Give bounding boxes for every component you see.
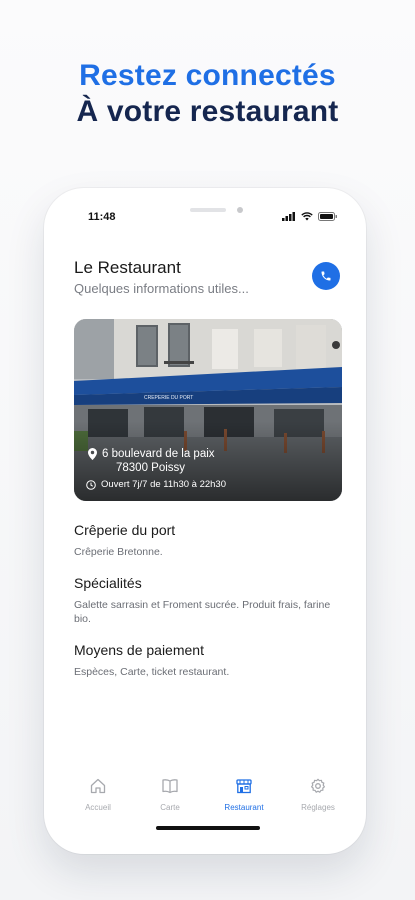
section-title-payment: Moyens de paiement <box>74 642 204 658</box>
promo-headline: Restez connectés À votre restaurant <box>0 58 415 130</box>
address-block: 6 boulevard de la paix 78300 Poissy <box>88 447 215 475</box>
home-indicator <box>156 826 260 830</box>
section-text-payment: Espèces, Carte, ticket restaurant. <box>74 666 230 678</box>
section-text-name: Crêperie Bretonne. <box>74 546 163 558</box>
home-icon <box>90 778 106 794</box>
headline-line1: Restez connectés <box>79 59 336 92</box>
battery-icon <box>318 212 337 221</box>
front-camera <box>237 207 243 213</box>
speaker-slot <box>190 208 226 212</box>
gear-icon <box>311 778 325 793</box>
tab-label-carte: Carte <box>160 803 180 812</box>
restaurant-photo: CREPERIE DU PORT 6 boulevard de la paix … <box>74 319 342 501</box>
page-title: Le Restaurant <box>74 258 181 277</box>
headline-line2: À votre restaurant <box>76 95 339 128</box>
clock-icon <box>86 479 96 490</box>
tab-accueil[interactable]: Accueil <box>68 778 128 812</box>
wifi-icon <box>301 212 313 221</box>
tab-label-reglages: Réglages <box>301 803 335 812</box>
location-pin-icon <box>88 448 97 460</box>
tab-carte[interactable]: Carte <box>140 778 200 812</box>
call-button[interactable] <box>312 262 340 290</box>
awning-sign: CREPERIE DU PORT <box>144 395 193 401</box>
page-subtitle: Quelques informations utiles... <box>74 281 249 296</box>
phone-frame: 11:48 Le Restaurant Quelques information… <box>44 188 366 854</box>
tab-reglages[interactable]: Réglages <box>288 778 348 812</box>
opening-hours: Ouvert 7j/7 de 11h30 à 22h30 <box>86 479 226 490</box>
status-time: 11:48 <box>88 211 116 223</box>
tab-label-restaurant: Restaurant <box>224 803 264 812</box>
book-icon <box>162 779 178 794</box>
signal-icon <box>282 212 295 221</box>
bottom-tab-bar: Accueil Carte Restaurant Réglages <box>44 778 366 818</box>
phone-icon <box>321 271 331 281</box>
status-icons <box>282 212 338 221</box>
opening-hours-text: Ouvert 7j/7 de 11h30 à 22h30 <box>101 479 227 490</box>
storefront-icon <box>236 779 252 794</box>
section-title-name: Crêperie du port <box>74 522 176 538</box>
address-line1: 6 boulevard de la paix <box>102 448 215 460</box>
tab-restaurant[interactable]: Restaurant <box>214 778 274 812</box>
section-text-specialties: Galette sarrasin et Froment sucrée. Prod… <box>74 599 331 625</box>
address-line2: 78300 Poissy <box>116 462 186 474</box>
section-title-specialties: Spécialités <box>74 575 142 591</box>
tab-label-accueil: Accueil <box>85 803 111 812</box>
